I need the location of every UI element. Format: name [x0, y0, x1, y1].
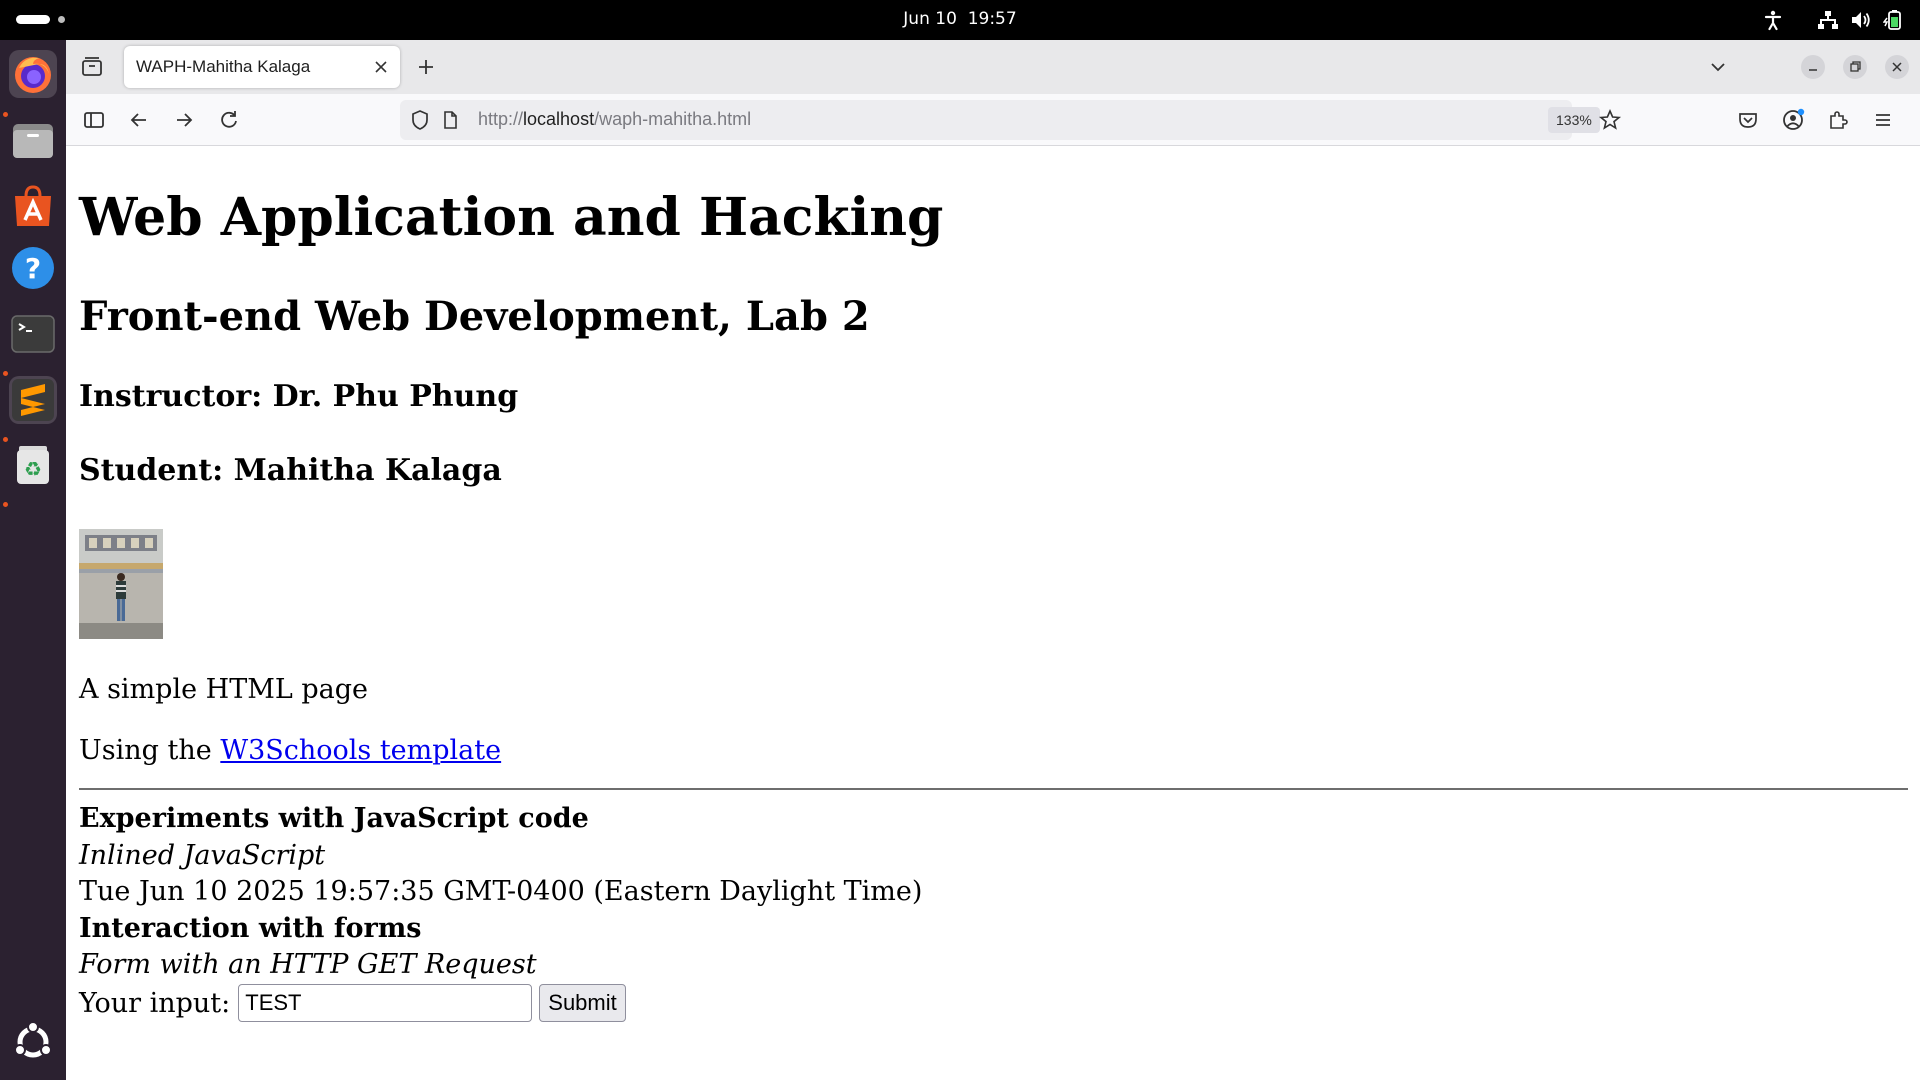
tab-title: WAPH-Mahitha Kalaga [136, 57, 311, 76]
dock-sublime-text[interactable] [9, 376, 57, 424]
minimize-button[interactable] [1801, 55, 1825, 79]
page-title: Web Application and Hacking [79, 187, 944, 248]
dock: ? ♻ [0, 40, 66, 1080]
show-apps-button[interactable] [9, 1018, 57, 1066]
running-indicator [3, 112, 8, 117]
horizontal-rule [79, 788, 1908, 790]
running-indicator [3, 502, 8, 507]
restore-button[interactable] [1843, 55, 1867, 79]
close-tab-icon[interactable] [370, 56, 392, 78]
dock-app-center[interactable] [9, 182, 57, 230]
running-indicator [3, 371, 8, 376]
svg-text:?: ? [25, 252, 41, 285]
back-icon[interactable] [125, 106, 153, 134]
your-input-field[interactable] [238, 984, 533, 1022]
menu-icon[interactable] [1869, 106, 1897, 134]
tab-active[interactable]: WAPH-Mahitha Kalaga [124, 46, 400, 88]
intro-paragraph: A simple HTML page [79, 674, 369, 705]
w3schools-link[interactable]: W3Schools template [220, 735, 501, 766]
dock-help[interactable]: ? [9, 244, 57, 292]
dock-files[interactable] [9, 116, 57, 164]
date-output: Tue Jun 10 2025 19:57:35 GMT-0400 (Easte… [79, 876, 923, 907]
bookmark-star-icon[interactable] [1596, 106, 1624, 134]
help-icon: ? [12, 247, 54, 289]
url-bar[interactable]: http://localhost/waph-mahitha.html 133% [400, 100, 1622, 140]
dock-firefox[interactable] [9, 50, 57, 98]
url-host: localhost [523, 109, 595, 129]
student-heading: Student: Mahitha Kalaga [79, 453, 502, 488]
files-icon [13, 124, 53, 158]
terminal-icon [11, 315, 55, 353]
close-window-button[interactable] [1885, 55, 1909, 79]
battery-icon[interactable] [1883, 9, 1905, 31]
inlined-js-label: Inlined JavaScript [79, 840, 326, 871]
close-icon [1892, 62, 1902, 72]
forms-heading: Interaction with forms [79, 913, 422, 944]
pocket-icon[interactable] [1734, 106, 1762, 134]
template-paragraph: Using the W3Schools template [79, 735, 501, 766]
restore-icon [1850, 61, 1861, 72]
sublime-text-icon [12, 379, 54, 421]
svg-text:♻: ♻ [24, 457, 42, 481]
get-request-form: Your input: Submit [79, 984, 626, 1022]
firefox-icon [15, 57, 51, 93]
forward-icon[interactable] [170, 106, 198, 134]
firefox-view-icon[interactable] [78, 53, 106, 81]
js-experiments-heading: Experiments with JavaScript code [79, 803, 589, 834]
extensions-icon[interactable] [1824, 106, 1852, 134]
new-tab-icon[interactable] [412, 53, 440, 81]
template-prefix: Using the [79, 735, 221, 766]
navigation-toolbar: http://localhost/waph-mahitha.html 133% [66, 94, 1920, 146]
url-text: http://localhost/waph-mahitha.html [478, 109, 751, 130]
get-form-label: Form with an HTTP GET Request [79, 949, 537, 980]
trash-icon: ♻ [17, 446, 49, 484]
app-center-icon [15, 185, 51, 226]
dock-terminal[interactable] [9, 310, 57, 358]
accessibility-icon[interactable] [1762, 9, 1784, 31]
submit-button[interactable]: Submit [539, 984, 626, 1022]
page-info-icon[interactable] [436, 106, 464, 134]
url-path: /waph-mahitha.html [594, 109, 752, 129]
volume-icon[interactable] [1850, 9, 1872, 31]
student-photo [79, 529, 163, 639]
input-label: Your input: [79, 987, 231, 1019]
zoom-indicator[interactable]: 133% [1548, 107, 1600, 133]
instructor-heading: Instructor: Dr. Phu Phung [79, 379, 519, 414]
sidebar-icon[interactable] [80, 106, 108, 134]
tab-bar: WAPH-Mahitha Kalaga [66, 40, 1920, 94]
list-all-tabs-icon[interactable] [1704, 53, 1732, 81]
ubuntu-logo-icon [14, 1021, 52, 1058]
account-icon[interactable] [1779, 106, 1807, 134]
web-page-content: Web Application and Hacking Front-end We… [66, 147, 1920, 1080]
tracking-protection-shield-icon[interactable] [406, 106, 434, 134]
minimize-icon [1809, 69, 1817, 71]
system-top-bar: Jun 10 19:57 [0, 0, 1920, 40]
reload-icon[interactable] [215, 106, 243, 134]
dock-trash[interactable]: ♻ [9, 440, 57, 488]
running-indicator [3, 437, 8, 442]
page-subtitle: Front-end Web Development, Lab 2 [79, 293, 870, 340]
clock[interactable]: Jun 10 19:57 [0, 9, 1920, 29]
url-scheme: http:// [478, 109, 524, 129]
network-icon[interactable] [1817, 9, 1839, 31]
